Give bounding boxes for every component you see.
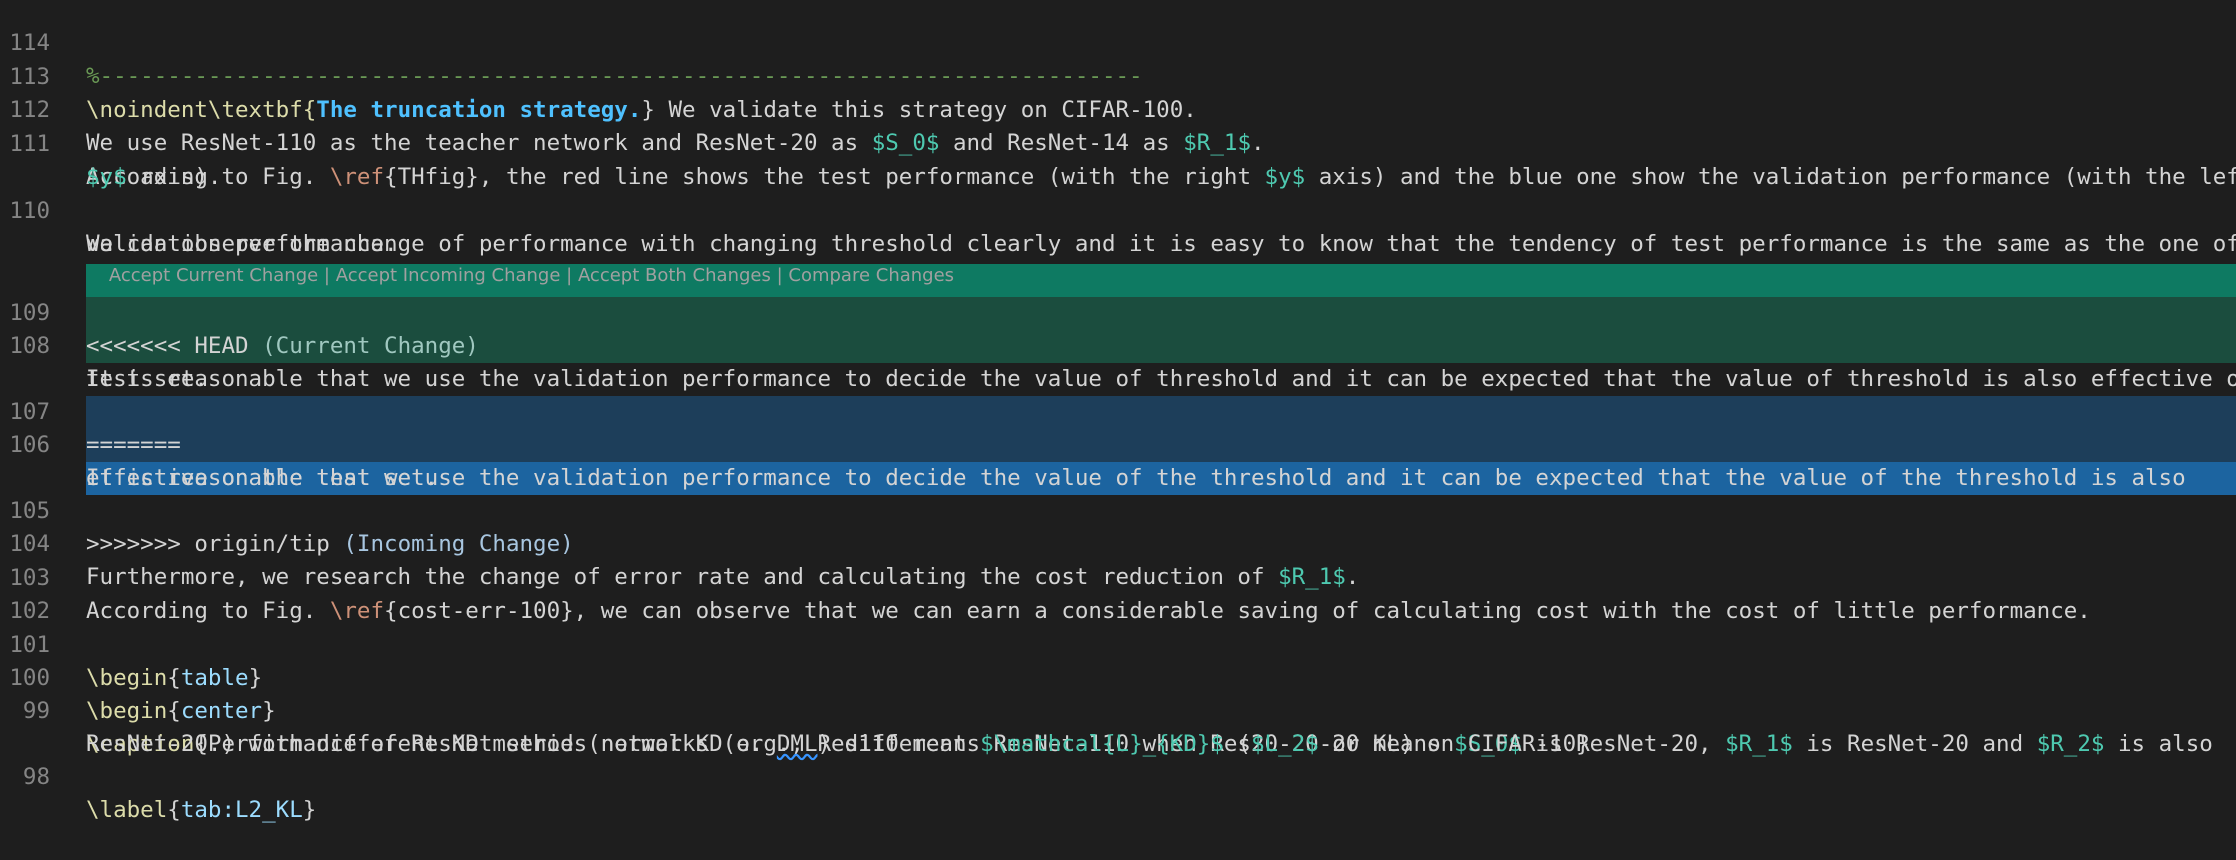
code-line-wrap[interactable]: test set. <box>0 330 2236 392</box>
code-line[interactable]: 110 We can observe the change of perform… <box>0 162 2236 257</box>
code-line[interactable]: 106 It is reasonable that we use the val… <box>0 396 2236 491</box>
code-line[interactable]: 98 \label{tab:L2_KL} <box>0 728 2236 823</box>
code-line[interactable]: 113 \noindent\textbf{The truncation stra… <box>0 28 2236 123</box>
code-line-wrap[interactable]: $y$ axis). <box>0 128 2236 190</box>
brace: } <box>302 797 317 823</box>
code-line-wrap[interactable]: effective on the test set. <box>0 429 2236 491</box>
code-line-wrap[interactable]: ResNet-20.) with different KD method (no… <box>0 695 2236 757</box>
code-line[interactable]: 112 We use ResNet-110 as the teacher net… <box>0 61 2236 156</box>
code-line[interactable]: 114 %-----------------------------------… <box>0 0 2236 89</box>
code-line[interactable]: 108 It is reasonable that we use the val… <box>0 297 2236 392</box>
code-line[interactable]: 109 <<<<<<< HEAD (Current Change) <box>0 264 2236 359</box>
code-line-wrap[interactable]: validation performance. <box>0 195 2236 257</box>
code-line[interactable]: 102 <box>0 562 2236 624</box>
code-line[interactable]: 101 \begin{table} <box>0 596 2236 691</box>
label-name: tab:L2_KL <box>180 797 303 823</box>
latex-command: \label <box>86 797 168 823</box>
code-line[interactable]: 99 \caption{Performance of ResNet series… <box>0 662 2236 757</box>
code-line[interactable]: 103 According to Fig. \ref{cost-err-100}… <box>0 529 2236 624</box>
code-line[interactable]: 100 \begin{center} <box>0 629 2236 724</box>
code-line[interactable]: 107 ======= <box>0 363 2236 458</box>
code-editor[interactable]: 114 %-----------------------------------… <box>0 0 2236 823</box>
brace: { <box>167 797 181 823</box>
code-line[interactable]: 105 >>>>>>> origin/tip (Incoming Change) <box>0 462 2236 557</box>
code-line[interactable]: 104 Furthermore, we research the change … <box>0 495 2236 590</box>
code-line[interactable]: 111 According to Fig. \ref{THfig}, the r… <box>0 95 2236 190</box>
line-text: \label{tab:L2_KL} <box>86 794 316 827</box>
